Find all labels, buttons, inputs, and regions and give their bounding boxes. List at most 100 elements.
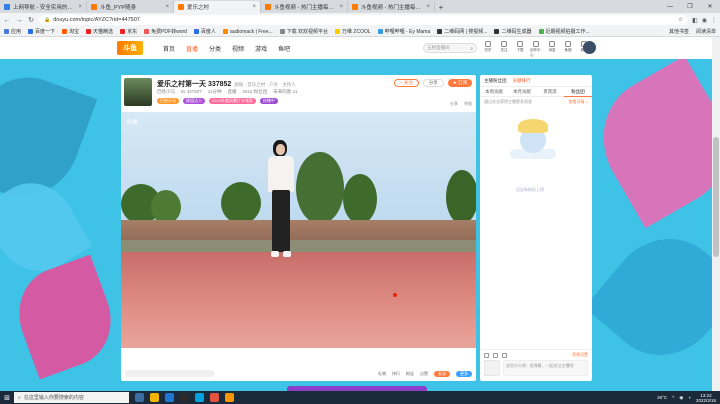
network-icon[interactable]: ◉ [679,395,683,401]
tray-arrow-icon[interactable]: ^ [672,395,674,400]
bookmark-item[interactable]: 百度人 [193,28,216,35]
chat-top-fanclub[interactable]: 主播粉丝团 [484,78,507,84]
room-badge[interactable]: 巴哈小马 [157,98,179,104]
bookmark-item[interactable]: 下载 欢欢视频平台 [279,28,328,35]
header-icon-item[interactable]: 关注 [498,41,510,58]
taskbar-app-icon[interactable] [195,393,204,402]
danmaku-input[interactable] [125,370,215,377]
bookmark-item[interactable]: 万维 ZCOOL [335,28,371,35]
star-icon[interactable]: ☆ [678,17,683,23]
share-link[interactable]: 分享 [450,101,458,107]
taskbar-app-icon[interactable] [150,393,159,402]
bookmark-item[interactable]: 天猫精选 [86,28,113,35]
tab-week[interactable]: 本周贡献 [480,87,508,97]
menu-icon[interactable]: ⋮ [711,17,717,24]
bookmark-item[interactable]: 京东 [120,28,137,35]
weather-text[interactable]: 26°C [657,395,667,400]
chat-notice-link[interactable]: 查看详情 > [569,99,588,105]
header-icon-item[interactable]: 鱼翅 [562,41,574,58]
gift-icon[interactable] [493,352,498,358]
search-icon[interactable]: ⌕ [470,46,473,51]
tab-month[interactable]: 本月贡献 [508,87,536,97]
taskbar-app-icon[interactable] [135,393,144,402]
header-icon-item[interactable]: 历史 [482,41,494,58]
tab-vip[interactable]: 贵宾席 [536,87,564,97]
streamer-avatar[interactable] [124,78,152,106]
bookmark-item[interactable]: 百度一下 [28,28,55,35]
like-control[interactable]: 点赞 [420,371,428,377]
tab-close-icon[interactable]: × [78,4,82,10]
new-tab-button[interactable]: + [435,1,447,13]
background-settings[interactable]: 背景设置 [572,352,588,358]
volume-icon[interactable]: ◖ [688,395,691,400]
taskbar-app-icon[interactable] [225,393,234,402]
scrollbar-thumb[interactable] [713,137,719,257]
user-avatar[interactable] [583,41,596,54]
chat-input[interactable]: 说些什么吧~ 发弹幕，一起关注主播吧 [503,360,588,376]
rank-control[interactable]: 排行 [392,371,400,377]
bookmark-item[interactable]: 近期视频拍摄工作... [538,28,590,35]
bookmark-item[interactable]: 二维码网 | 搜视频... [437,28,487,35]
header-icon-item[interactable]: 下载 [514,41,526,58]
room-badge[interactable]: 热播中 [259,98,278,104]
room-category[interactable]: 颜值 · 音乐之村 · 户外 · 主持人 [234,82,296,87]
browser-tab[interactable]: 斗鱼_PYP随身 × [87,1,174,13]
report-link[interactable]: 举报 [464,101,472,107]
tab-close-icon[interactable]: × [339,4,343,10]
taskbar-search[interactable]: ⌕ 在这里输入你要搜索的内容 [14,392,129,403]
reload-button[interactable]: ↻ [27,16,35,24]
share-button[interactable]: 分享 [422,79,444,87]
profile-icon[interactable]: ◉ [702,17,707,24]
browser-tab[interactable]: 斗鱼视频 - 热门主播每天独家视频× [261,1,348,13]
room-badge[interactable]: 颜值达人 [183,98,205,104]
minimize-button[interactable]: — [660,0,680,13]
url-text[interactable]: douyu.com/topic/AYZC?rid=447507 [53,17,675,23]
bookmark-item[interactable]: audiomack | Free... [222,28,273,35]
subscribe-button[interactable]: ★ 订阅 [447,79,472,87]
follow-button[interactable]: + 关注 [393,79,419,87]
maximize-button[interactable]: ❐ [680,0,700,13]
douyu-logo[interactable]: 斗鱼 [117,41,143,55]
extensions-icon[interactable]: ◧ [692,17,698,24]
forward-button[interactable]: → [15,17,23,24]
nav-category[interactable]: 分类 [209,44,221,53]
taskbar-app-icon[interactable] [180,393,189,402]
bookmark-item[interactable]: 哔哩哔哩 - Ey Mama [377,28,430,35]
bookmark-item[interactable]: 免费PDF转word [144,28,187,35]
tab-close-icon[interactable]: × [252,4,256,10]
other-bookmarks[interactable]: 其他书签 [669,28,689,35]
tab-close-icon[interactable]: × [426,4,430,10]
back-button[interactable]: ← [3,17,11,24]
page-scrollbar[interactable] [712,37,720,391]
fans-control[interactable]: 粉丝 [406,371,414,377]
header-icon-item[interactable]: 消息 [546,41,558,58]
taskbar-app-icon[interactable] [210,393,219,402]
more-button[interactable]: 更多 [456,370,472,377]
close-window-button[interactable]: ✕ [700,0,720,13]
fan-badge-icon[interactable] [502,352,507,358]
nav-yuba[interactable]: 鱼吧 [278,44,290,53]
header-icon-item[interactable]: 创作中心 [530,41,542,58]
taskbar-app-icon[interactable] [165,393,174,402]
site-search-input[interactable]: 五桥直播间 ⌕ [423,43,477,53]
start-button[interactable]: ⊞ [0,391,14,404]
clock[interactable]: 13:22 2022/3/16 [696,393,716,403]
tab-fanclub[interactable]: 粉丝团 [564,87,592,97]
room-badge[interactable]: 2019年度风景打卡领奖 [209,98,256,104]
bookmark-item[interactable]: 二维码生成器 [494,28,532,35]
video-stream[interactable]: 斗鱼 [121,112,476,348]
nav-home[interactable]: 首页 [163,44,175,53]
bookmark-item[interactable]: 淘宝 [62,28,79,35]
chat-top-rank[interactable]: 贡献排行 [513,78,531,84]
tab-close-icon[interactable]: × [165,4,169,10]
bookmark-item[interactable]: 应用 [4,28,21,35]
url-field[interactable]: 🔒 douyu.com/topic/AYZC?rid=447507 ☆ [39,15,689,25]
nav-video[interactable]: 视频 [232,44,244,53]
nav-live[interactable]: 直播 [186,44,198,53]
browser-tab[interactable]: 上网导航 - 安全实用的网址导航× [0,1,87,13]
gift-control[interactable]: 礼物 [378,371,386,377]
emoji-icon[interactable] [484,352,489,358]
send-button[interactable]: 发送 [434,370,450,377]
browser-tab[interactable]: 爱乐之村 × [174,1,261,13]
reading-list[interactable]: 阅读清单 [696,28,716,35]
